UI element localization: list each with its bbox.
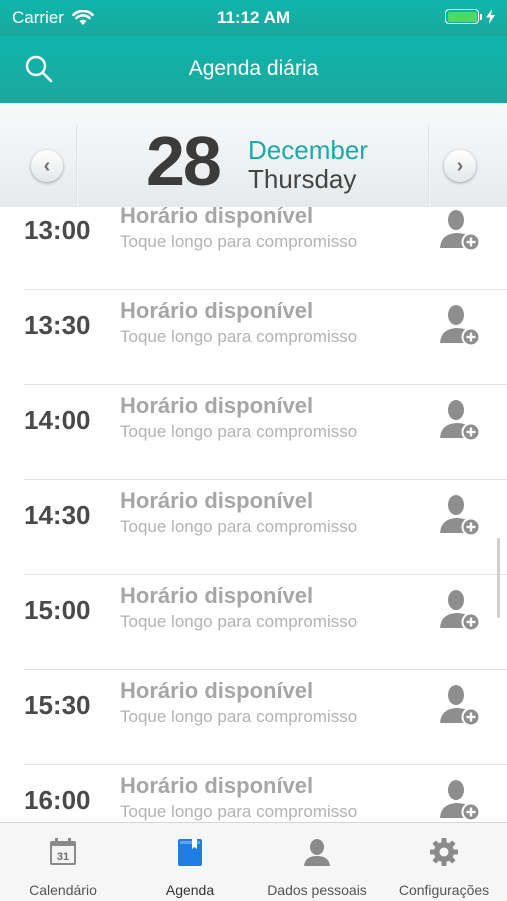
- time-slot-row[interactable]: 15:30 Horário disponível Toque longo para …: [0, 670, 507, 765]
- slot-hint: Toque longo para compromisso: [120, 707, 358, 726]
- add-appointment-icon[interactable]: [437, 207, 481, 256]
- time-slot-row[interactable]: 13:30 Horário disponível Toque longo para …: [0, 290, 507, 385]
- time-slot-list[interactable]: 13:00 Horário disponível Toque longo para …: [0, 207, 507, 822]
- slot-status: Horário disponível: [120, 488, 314, 513]
- chevron-right-icon: ›: [456, 154, 464, 177]
- slot-hint: Toque longo para compromisso: [120, 802, 358, 821]
- date-header: ‹ 28 December Thursday ›: [0, 103, 507, 209]
- add-appointment-icon[interactable]: [437, 682, 481, 731]
- slot-time: 14:00: [24, 405, 91, 435]
- add-appointment-icon[interactable]: [437, 492, 481, 541]
- gear-icon: [430, 838, 458, 866]
- time-slot-row[interactable]: 14:30 Horário disponível Toque longo para …: [0, 480, 507, 575]
- slot-time: 15:30: [24, 690, 91, 720]
- slot-hint: Toque longo para compromisso: [120, 612, 358, 631]
- chevron-left-icon: ‹: [43, 154, 51, 177]
- tab-label: Configurações: [398, 882, 490, 898]
- battery-indicator: [445, 9, 495, 24]
- slot-status: Horário disponível: [120, 583, 314, 608]
- tab-bar: 31 Calendário Agenda Dados pessoais Conf…: [0, 822, 507, 901]
- slot-status: Horário disponível: [120, 393, 314, 418]
- tab-configuracoes[interactable]: Configurações: [381, 823, 507, 901]
- previous-day-button[interactable]: ‹: [31, 150, 63, 182]
- slot-status: Horário disponível: [120, 207, 314, 228]
- add-appointment-icon[interactable]: [437, 397, 481, 446]
- add-appointment-icon[interactable]: [437, 587, 481, 636]
- tab-label: Agenda: [165, 882, 215, 898]
- tab-calendario[interactable]: 31 Calendário: [0, 823, 126, 901]
- calendar-icon: 31: [50, 838, 76, 865]
- time-slot-row[interactable]: 14:00 Horário disponível Toque longo para …: [0, 385, 507, 480]
- page-title: Agenda diária: [188, 57, 319, 80]
- slot-hint: Toque longo para compromisso: [120, 422, 358, 441]
- time-slot-row[interactable]: 13:00 Horário disponível Toque longo para …: [0, 207, 507, 290]
- charging-bolt-icon: [486, 9, 495, 24]
- slot-time: 13:00: [24, 215, 91, 245]
- next-day-button[interactable]: ›: [444, 150, 476, 182]
- slot-hint: Toque longo para compromisso: [120, 517, 358, 536]
- clock: 11:12 AM: [216, 8, 291, 27]
- tab-label: Dados pessoais: [267, 882, 367, 898]
- day-number: 28: [146, 122, 222, 200]
- slot-status: Horário disponível: [120, 298, 314, 323]
- battery-icon: [445, 9, 479, 24]
- time-slot-row[interactable]: 15:00 Horário disponível Toque longo para …: [0, 575, 507, 670]
- navigation-bar: Agenda diária: [0, 36, 507, 103]
- scroll-indicator: [497, 538, 500, 618]
- add-appointment-icon[interactable]: [437, 777, 481, 822]
- status-bar: Carrier 11:12 AM: [0, 0, 507, 36]
- slot-hint: Toque longo para compromisso: [120, 232, 358, 251]
- slot-time: 16:00: [24, 785, 91, 815]
- divider: [428, 125, 430, 209]
- divider: [76, 125, 78, 209]
- slot-status: Horário disponível: [120, 678, 314, 703]
- add-appointment-icon[interactable]: [437, 302, 481, 351]
- time-slot-row[interactable]: 16:00 Horário disponível Toque longo para …: [0, 765, 507, 822]
- person-icon: [304, 839, 330, 866]
- book-icon: [178, 839, 202, 866]
- tab-agenda[interactable]: Agenda: [127, 823, 253, 901]
- slot-hint: Toque longo para compromisso: [120, 327, 358, 346]
- weekday-label: Thursday: [248, 164, 357, 194]
- tab-label: Calendário: [29, 882, 97, 898]
- slot-status: Horário disponível: [120, 773, 314, 798]
- svg-text:31: 31: [57, 851, 69, 863]
- slot-time: 15:00: [24, 595, 91, 625]
- month-label: December: [248, 135, 368, 165]
- slot-time: 14:30: [24, 500, 91, 530]
- tab-dados-pessoais[interactable]: Dados pessoais: [254, 823, 380, 901]
- slot-time: 13:30: [24, 310, 91, 340]
